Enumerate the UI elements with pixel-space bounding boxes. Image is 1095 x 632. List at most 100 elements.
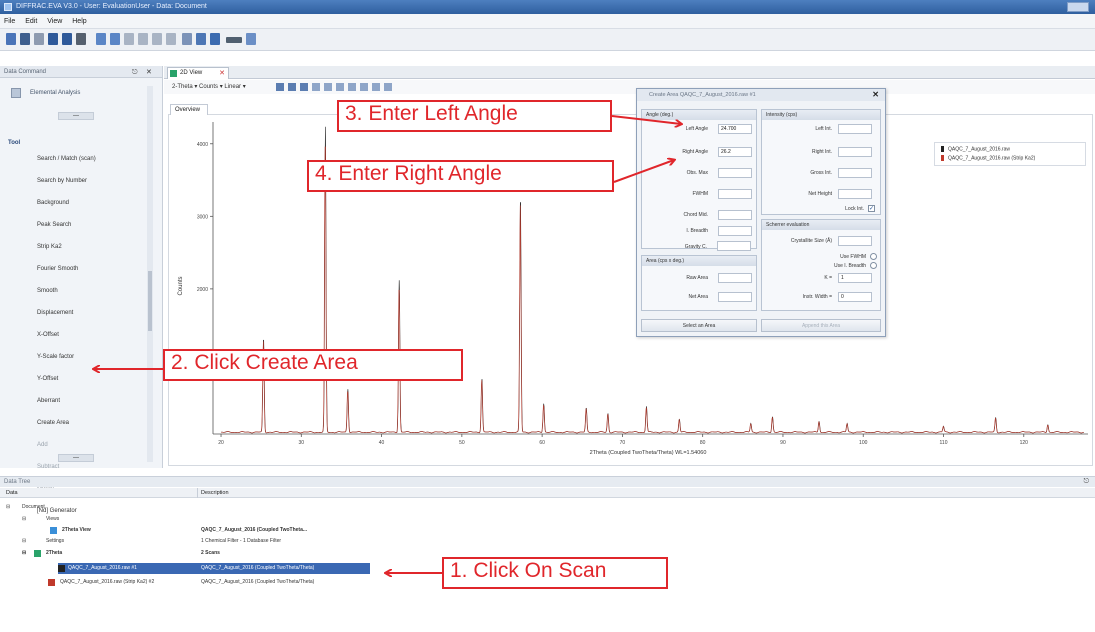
delete-icon[interactable] <box>166 33 176 45</box>
new-icon[interactable] <box>6 33 16 45</box>
cursor-icon[interactable] <box>312 83 320 91</box>
measure-icon[interactable] <box>360 83 368 91</box>
crystallite-size-input[interactable] <box>838 236 872 246</box>
paste-icon[interactable] <box>152 33 162 45</box>
window-icon[interactable] <box>210 33 220 45</box>
gravity-input[interactable] <box>717 241 751 251</box>
tree-row[interactable]: Document ⊟ <box>0 502 370 513</box>
collapse-bottom-button[interactable]: — <box>58 454 94 462</box>
left-angle-input[interactable]: 24.700 <box>718 124 752 134</box>
tool-scrollbar[interactable] <box>147 86 153 462</box>
legend-swatch <box>941 155 944 161</box>
select-area-button[interactable]: Select an Area <box>641 319 757 332</box>
menu-file[interactable]: File <box>4 18 15 25</box>
column-description[interactable]: Description <box>201 488 229 498</box>
tool-item[interactable]: Strip Ka2 <box>37 244 62 250</box>
tree-row-description: 2 Scans <box>201 550 220 556</box>
save-icon[interactable] <box>48 33 58 45</box>
tree-row[interactable]: 2Theta 2 Scans ⊟ <box>0 548 370 559</box>
layout-icon[interactable] <box>246 33 256 45</box>
area-icon[interactable] <box>372 83 380 91</box>
tool-item[interactable]: Y-Offset <box>37 376 58 382</box>
k-input[interactable]: 1 <box>838 273 872 283</box>
export-icon[interactable] <box>384 83 392 91</box>
column-data[interactable]: Data <box>6 488 18 498</box>
fwhm-input[interactable] <box>718 189 752 199</box>
tool-item[interactable]: Create Area <box>37 420 69 426</box>
elemental-analysis-item[interactable]: Elemental Analysis <box>8 86 153 102</box>
copy-icon[interactable] <box>138 33 148 45</box>
pan-icon[interactable] <box>324 83 332 91</box>
arrange-icon[interactable] <box>226 37 242 43</box>
tool-item[interactable]: Displacement <box>37 310 73 316</box>
tool-item[interactable]: Subtract <box>37 464 59 470</box>
window-controls[interactable] <box>1067 2 1089 12</box>
tree-row[interactable]: QAQC_7_August_2016.raw (Strip Ka2) #2 QAQ… <box>0 577 370 588</box>
zoom-icon[interactable] <box>276 83 284 91</box>
gross-int-input[interactable] <box>838 168 872 178</box>
filter-icon[interactable] <box>288 83 296 91</box>
expand-toggle-icon[interactable]: ⊟ <box>22 514 26 525</box>
close-tab-icon[interactable]: ✕ <box>219 68 225 79</box>
menu-view[interactable]: View <box>47 18 62 25</box>
chart-icon[interactable] <box>196 33 206 45</box>
print-icon[interactable] <box>76 33 86 45</box>
chord-mid-input[interactable] <box>718 210 752 220</box>
axis-mode-selectors[interactable]: 2-Theta ▾ Counts ▾ Linear ▾ <box>172 84 246 90</box>
expand-toggle-icon[interactable]: ⊟ <box>22 548 26 559</box>
import-icon[interactable] <box>34 33 44 45</box>
tool-item[interactable]: Add <box>37 442 48 448</box>
lock-int-checkbox[interactable]: ✓ <box>868 205 875 212</box>
tool-item[interactable]: Background <box>37 200 69 206</box>
dialog-title: Create Area QAQC_7_August_2016.raw #1 <box>637 89 885 101</box>
x-tick-label: 80 <box>700 440 706 446</box>
tool-item[interactable]: Search / Match (scan) <box>37 156 96 162</box>
instr-width-input[interactable]: 0 <box>838 292 872 302</box>
tool-item[interactable]: Search by Number <box>37 178 87 184</box>
collapse-top-button[interactable]: — <box>58 112 94 120</box>
peak-icon[interactable] <box>336 83 344 91</box>
menu-edit[interactable]: Edit <box>25 18 37 25</box>
tool-item[interactable]: Y-Scale factor <box>37 354 74 360</box>
right-int-input[interactable] <box>838 147 872 157</box>
tab-2d-view[interactable]: 2D View ✕ <box>167 67 229 79</box>
i-breadth-input[interactable] <box>718 226 752 236</box>
obs-max-input[interactable] <box>718 168 752 178</box>
marker-icon[interactable] <box>348 83 356 91</box>
save-as-icon[interactable] <box>62 33 72 45</box>
redo-icon[interactable] <box>110 33 120 45</box>
tree-row[interactable]: 2Theta View QAQC_7_August_2016 (Coupled T… <box>0 525 370 536</box>
tool-item[interactable]: Fourier Smooth <box>37 266 78 272</box>
right-angle-input[interactable]: 26.2 <box>718 147 752 157</box>
tree-row-description: QAQC_7_August_2016 (Coupled TwoTheta... <box>201 527 308 533</box>
dialog-close-icon[interactable]: ✕ <box>872 90 879 99</box>
tool-item[interactable]: Aberrant <box>37 398 60 404</box>
raw-area-input[interactable] <box>718 273 752 283</box>
undo-icon[interactable] <box>96 33 106 45</box>
pin-icon[interactable]: ⎋ <box>132 67 138 79</box>
tree-row[interactable]: Views ⊟ <box>0 514 370 525</box>
net-height-input[interactable] <box>838 189 872 199</box>
callout-step-4: 4. Enter Right Angle <box>307 160 614 192</box>
close-pane-icon[interactable]: ✕ <box>146 67 152 79</box>
net-area-input[interactable] <box>718 292 752 302</box>
open-icon[interactable] <box>20 33 30 45</box>
use-ibreadth-radio[interactable] <box>870 262 877 269</box>
left-int-input[interactable] <box>838 124 872 134</box>
append-area-button[interactable]: Append this Area <box>761 319 881 332</box>
tool-item[interactable]: Smooth <box>37 288 58 294</box>
tree-row[interactable]: QAQC_7_August_2016.raw #1 QAQC_7_August_2… <box>58 563 370 574</box>
properties-icon[interactable] <box>182 33 192 45</box>
expand-toggle-icon[interactable]: ⊟ <box>22 536 26 547</box>
use-fwhm-radio[interactable] <box>870 253 877 260</box>
menu-help[interactable]: Help <box>72 18 86 25</box>
right-int-label: Right Int. <box>811 149 832 155</box>
scale-icon[interactable] <box>300 83 308 91</box>
pin-tree-icon[interactable]: ⎋ <box>1083 477 1089 487</box>
tool-item[interactable]: X-Offset <box>37 332 59 338</box>
scrollbar-thumb[interactable] <box>148 271 152 331</box>
cut-icon[interactable] <box>124 33 134 45</box>
tool-item[interactable]: Peak Search <box>37 222 71 228</box>
expand-toggle-icon[interactable]: ⊟ <box>6 502 10 513</box>
tree-row[interactable]: Settings 1 Chemical Filter - 1 Database F… <box>0 536 370 547</box>
